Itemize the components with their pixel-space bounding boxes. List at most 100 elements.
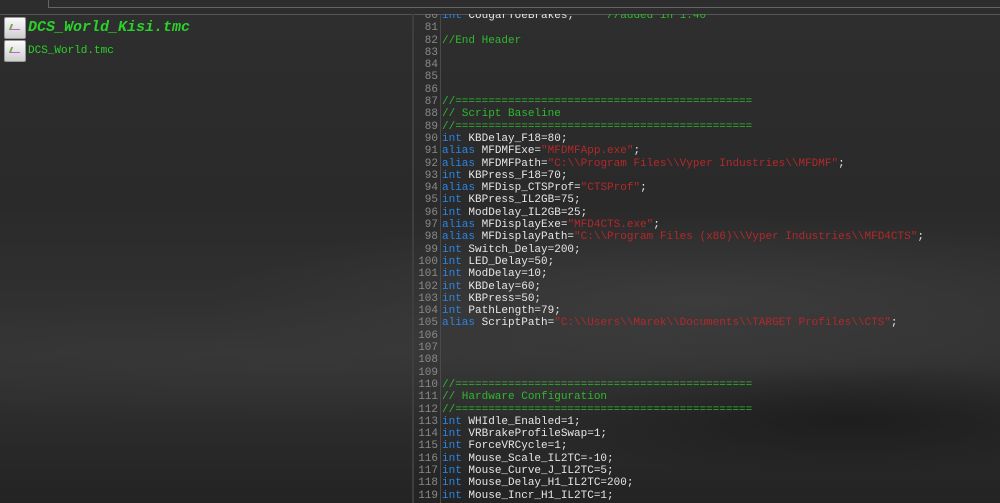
code-line[interactable]: 88 // Script Baseline: [414, 108, 924, 120]
code-line[interactable]: 109: [414, 367, 924, 379]
identifier: Mouse_Scale_IL2TC=-10;: [461, 452, 614, 465]
identifier: ;: [917, 231, 924, 244]
line-number: 85: [424, 71, 438, 84]
keyword: int: [442, 268, 462, 281]
code-line[interactable]: 117 int Mouse_Curve_J_IL2TC=5;: [414, 465, 924, 477]
line-number: 88: [424, 108, 438, 121]
code-line[interactable]: 104 int PathLength=79;: [414, 305, 924, 317]
string-literal: "MFDMFApp.exe": [541, 145, 634, 158]
code-line[interactable]: 111 // Hardware Configuration: [414, 391, 924, 403]
code-line[interactable]: 81: [414, 22, 924, 34]
code-line[interactable]: 100 int LED_Delay=50;: [414, 256, 924, 268]
code-line[interactable]: 105 alias ScriptPath="C:\\Users\\Marek\\D…: [414, 317, 924, 329]
string-literal: "C:\\Program Files (x86)\\Vyper Industri…: [574, 231, 918, 244]
identifier: ModDelay=10;: [461, 268, 548, 281]
code-line[interactable]: 101 int ModDelay=10;: [414, 268, 924, 280]
comment: //======================================…: [442, 378, 753, 391]
keyword: int: [442, 452, 462, 465]
code-line[interactable]: 106: [414, 330, 924, 342]
line-number: 106: [418, 329, 438, 342]
code-line[interactable]: 102 int KBDelay=60;: [414, 281, 924, 293]
identifier: MFDisplayPath=: [475, 231, 575, 244]
code-line[interactable]: 87 //====================================…: [414, 96, 924, 108]
tmc-file-icon: [4, 16, 26, 39]
line-number: 94: [424, 182, 438, 195]
keyword: alias: [442, 231, 476, 244]
code-line[interactable]: 86: [414, 84, 924, 96]
line-number: 97: [424, 219, 438, 232]
code-line[interactable]: 80 int CougarToeBrakes; //added in 1.40: [414, 14, 924, 22]
keyword: alias: [442, 182, 476, 195]
identifier: ForceVRCycle=1;: [461, 440, 568, 453]
line-text: int KBDelay_F18=80;: [442, 133, 567, 145]
keyword: int: [442, 415, 462, 428]
code-line[interactable]: 83: [414, 47, 924, 59]
keyword: int: [442, 280, 462, 293]
identifier: KBPress_IL2GB=75;: [461, 194, 581, 207]
code-line[interactable]: 89 //====================================…: [414, 121, 924, 133]
code-line[interactable]: 98 alias MFDisplayPath="C:\\Program Files…: [414, 231, 924, 243]
line-number: 96: [424, 206, 438, 219]
file-item-dcs-world-kisi[interactable]: DCS_World_Kisi.tmc: [0, 16, 410, 39]
line-number: 80: [424, 14, 438, 22]
line-number: 116: [418, 452, 438, 465]
code-line[interactable]: 119 int Mouse_Incr_H1_IL2TC=1;: [414, 490, 924, 502]
keyword: int: [442, 464, 462, 477]
code-line[interactable]: 113 int WHIdle_Enabled=1;: [414, 416, 924, 428]
code-line[interactable]: 91 alias MFDMFExe="MFDMFApp.exe";: [414, 145, 924, 157]
line-number: 93: [424, 169, 438, 182]
line-text: int VRBrakeProfileSwap=1;: [442, 428, 607, 440]
comment: //======================================…: [442, 120, 753, 133]
line-number: 89: [424, 120, 438, 133]
line-text: int PathLength=79;: [442, 305, 561, 317]
comment: // Hardware Configuration: [442, 391, 608, 404]
code-line[interactable]: 108: [414, 354, 924, 366]
identifier: MFDMFExe=: [475, 145, 542, 158]
code-line[interactable]: 115 int ForceVRCycle=1;: [414, 440, 924, 452]
keyword: int: [442, 305, 462, 318]
file-item-dcs-world[interactable]: DCS_World.tmc: [0, 39, 410, 62]
code-line[interactable]: 92 alias MFDMFPath="C:\\Program Files\\Vy…: [414, 158, 924, 170]
line-number: 118: [418, 477, 438, 490]
code-line[interactable]: 110 //===================================…: [414, 379, 924, 391]
identifier: Switch_Delay=200;: [461, 243, 581, 256]
code-line[interactable]: 82 //End Header: [414, 35, 924, 47]
line-number: 101: [418, 268, 438, 281]
line-number: 117: [418, 464, 438, 477]
keyword: int: [442, 489, 462, 502]
code-line[interactable]: 114 int VRBrakeProfileSwap=1;: [414, 428, 924, 440]
line-number: 95: [424, 194, 438, 207]
code-line[interactable]: 93 int KBPress_F18=70;: [414, 170, 924, 182]
line-number: 104: [418, 305, 438, 318]
line-number: 112: [418, 403, 438, 416]
code-line[interactable]: 107: [414, 342, 924, 354]
identifier: ScriptPath=: [475, 317, 555, 330]
code-line[interactable]: 103 int KBPress=50;: [414, 293, 924, 305]
line-number: 102: [418, 280, 438, 293]
line-text: int ForceVRCycle=1;: [442, 440, 567, 452]
line-text: int KBPress_IL2GB=75;: [442, 194, 581, 206]
string-literal: "CTSProf": [580, 182, 641, 195]
line-text: //End Header: [442, 35, 521, 47]
keyword: int: [442, 194, 462, 207]
identifier: KBPress_F18=70;: [461, 169, 568, 182]
code-line[interactable]: 97 alias MFDisplayExe="MFD4CTS.exe";: [414, 219, 924, 231]
code-line[interactable]: 95 int KBPress_IL2GB=75;: [414, 194, 924, 206]
code-line[interactable]: 99 int Switch_Delay=200;: [414, 244, 924, 256]
code-line[interactable]: 116 int Mouse_Scale_IL2TC=-10;: [414, 453, 924, 465]
code-line[interactable]: 94 alias MFDisp_CTSProf="CTSProf";: [414, 182, 924, 194]
line-number: 82: [424, 34, 438, 47]
code-line[interactable]: 112 //===================================…: [414, 404, 924, 416]
code-line[interactable]: 118 int Mouse_Delay_H1_IL2TC=200;: [414, 477, 924, 489]
line-number: 108: [418, 354, 438, 367]
code-editor[interactable]: 80 int CougarToeBrakes; //added in 1.40 81…: [412, 14, 1000, 503]
line-text: int ModDelay=10;: [442, 268, 548, 280]
code-line[interactable]: 84: [414, 59, 924, 71]
code-line[interactable]: 90 int KBDelay_F18=80;: [414, 133, 924, 145]
code-line[interactable]: 96 int ModDelay_IL2GB=25;: [414, 207, 924, 219]
identifier: KBPress=50;: [461, 292, 542, 305]
line-number: 111: [418, 391, 438, 404]
code-line[interactable]: 85: [414, 71, 924, 83]
line-text: int ModDelay_IL2GB=25;: [442, 207, 587, 219]
string-literal: "C:\\Program Files\\Vyper Industries\\MF…: [547, 157, 839, 170]
